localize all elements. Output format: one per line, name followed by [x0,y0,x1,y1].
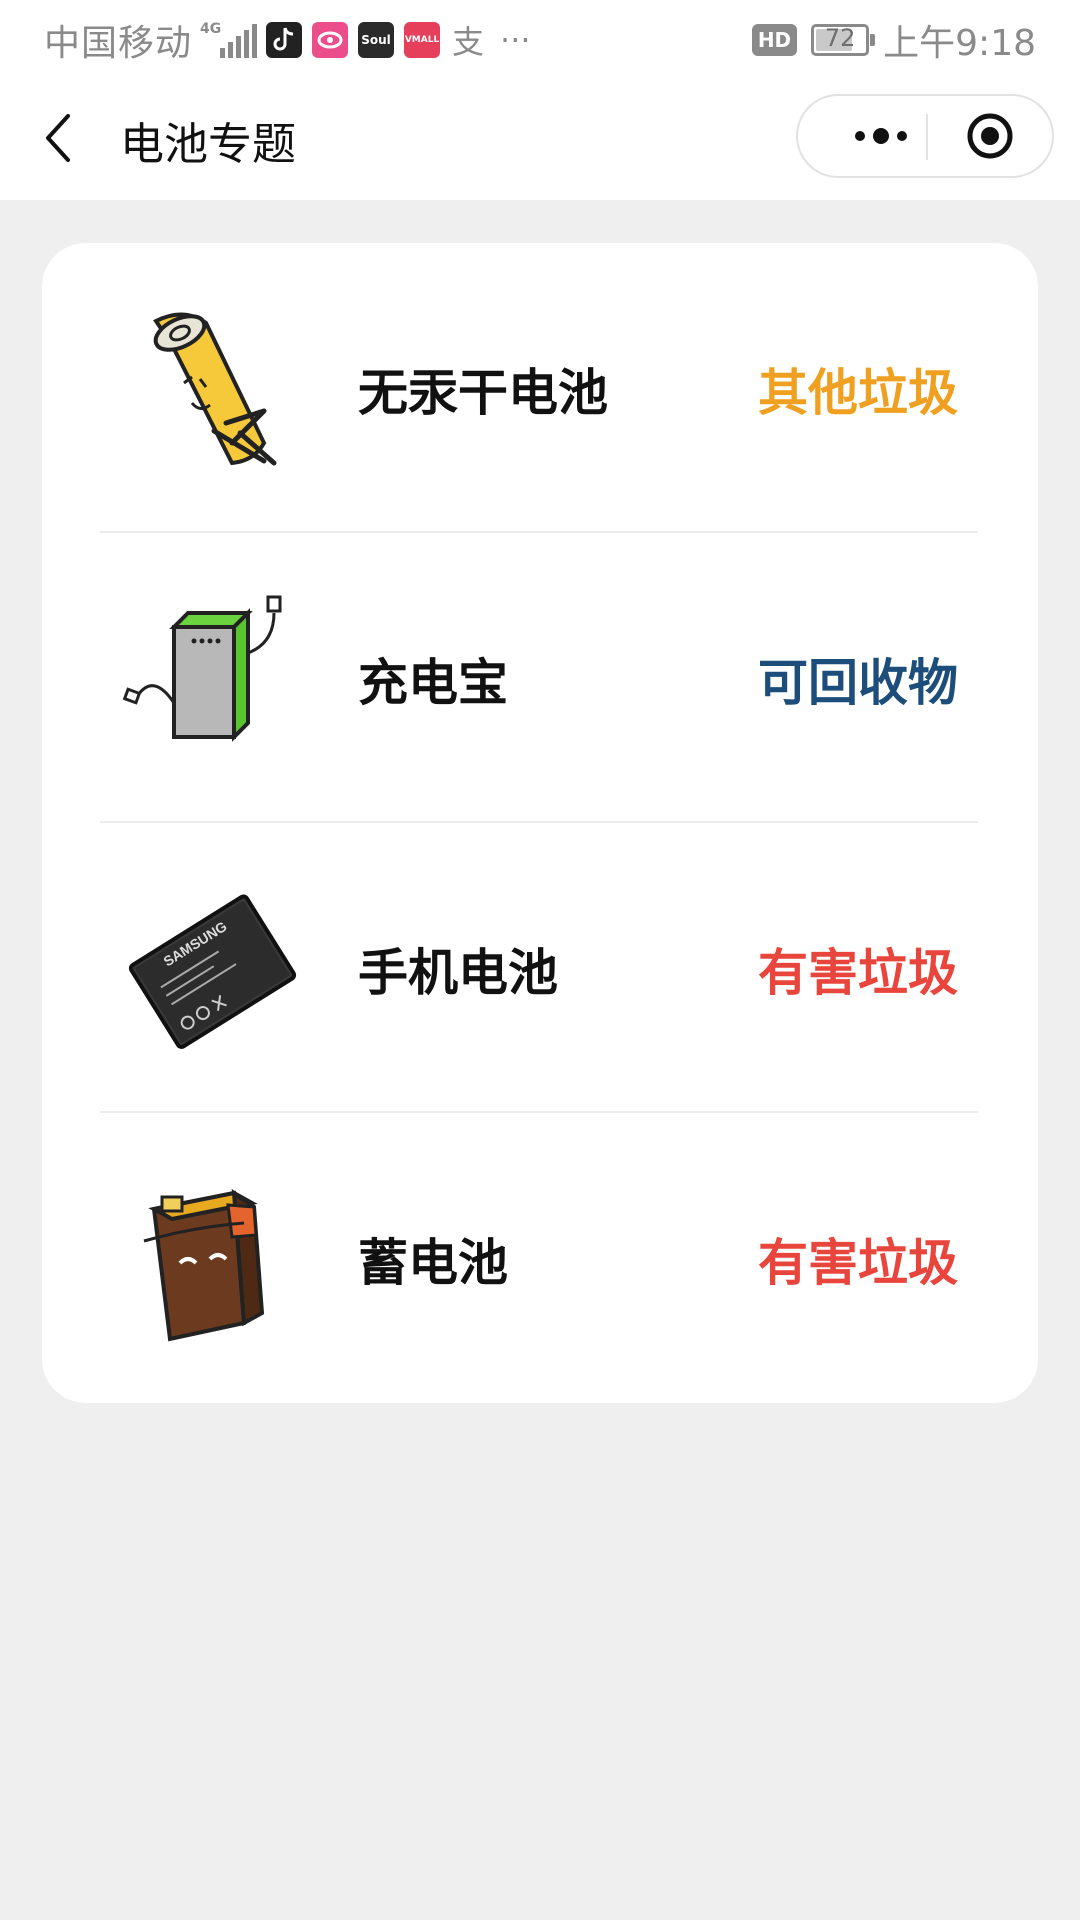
item-category: 可回收物 [758,654,958,712]
status-bar-right: HD 72 上午9:18 [751,14,1036,66]
battery-level: 72 [824,24,856,52]
close-button[interactable] [966,112,1014,160]
signal-icon: 4G [200,21,258,58]
list-item[interactable]: 无汞干电池 其他垃圾 [100,243,978,533]
item-name: 蓄电池 [358,1234,508,1292]
status-bar: 中国移动 4G Soul VMALL 支 ··· HD 72 上午9:18 [0,0,1080,76]
more-notifications-icon: ··· [500,21,531,59]
alipay-icon: 支 [452,23,485,61]
status-bar-left: 中国移动 4G Soul VMALL 支 ··· [44,14,531,66]
more-button[interactable] [836,96,926,176]
carrier-label: 中国移动 [44,23,193,64]
target-icon [967,113,1013,159]
weibo-eye-icon [312,22,349,58]
tiktok-icon [266,22,303,58]
item-name: 手机电池 [358,944,558,1002]
power-bank-icon [122,595,282,742]
list-item[interactable]: 蓄电池 有害垃圾 [100,1113,978,1403]
vmall-icon: VMALL [404,22,441,58]
list-item[interactable]: 充电宝 可回收物 [100,533,978,823]
item-category: 有害垃圾 [758,1234,958,1292]
hd-badge: HD [751,24,798,56]
network-type: 4G [200,21,222,37]
item-name: 充电宝 [358,654,508,712]
mini-program-capsule [796,94,1054,178]
storage-battery-icon [143,1188,265,1342]
item-category: 其他垃圾 [758,364,958,422]
soul-icon: Soul [358,22,395,58]
item-category: 有害垃圾 [758,944,958,1002]
battery-icon: 72 [811,24,876,56]
list-item[interactable]: SAMSUNG 手机电池 有害垃圾 [100,823,978,1113]
page-title: 电池专题 [120,119,296,170]
nav-bar: 电池专题 [0,76,1080,200]
back-button[interactable] [38,112,82,164]
clock: 上午9:18 [883,23,1036,64]
item-name: 无汞干电池 [358,364,608,422]
chevron-left-icon [46,114,70,162]
phone-battery-icon: SAMSUNG [128,894,297,1049]
battery-list-card: 无汞干电池 其他垃圾 充电宝 可回收物 SAMSUNG 手机电池 有害垃圾 蓄电… [42,243,1038,1403]
capsule-divider [926,114,928,160]
aa-battery-icon [153,312,277,466]
